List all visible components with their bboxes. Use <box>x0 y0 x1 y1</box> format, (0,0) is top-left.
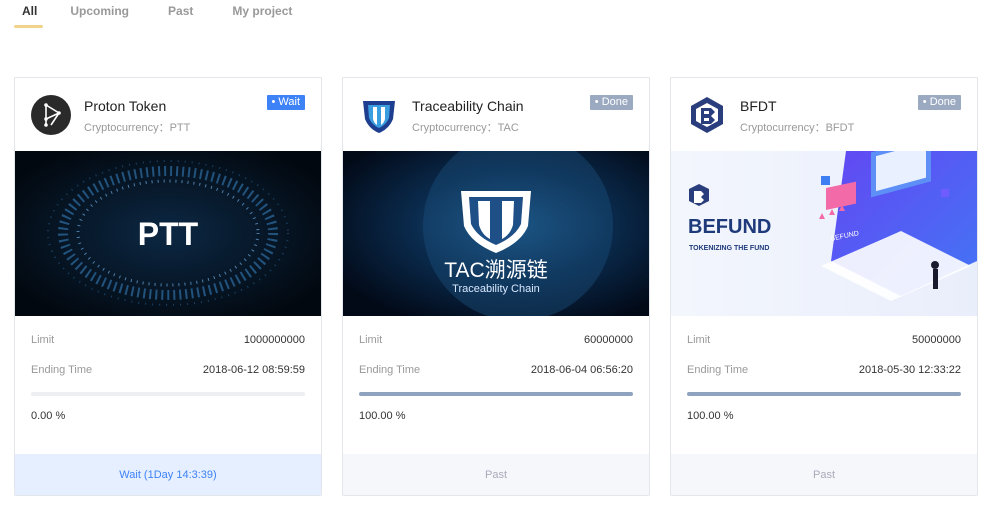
progress-bar <box>31 392 305 396</box>
project-card-traceability-chain[interactable]: Traceability Chain Cryptocurrency：TAC • … <box>342 77 650 496</box>
limit-value: 1000000000 <box>243 334 305 346</box>
card-footer-past-button[interactable]: Past <box>343 454 649 495</box>
project-category: Cryptocurrency：PTT <box>84 122 191 134</box>
project-category: Cryptocurrency：TAC <box>412 122 519 134</box>
tab-my-project[interactable]: My project <box>232 0 292 30</box>
project-name: BFDT <box>740 98 777 114</box>
limit-value: 50000000 <box>912 334 961 346</box>
traceability-chain-logo-icon <box>363 101 395 133</box>
banner-title: TAC溯源链 <box>444 259 547 282</box>
card-header: Proton Token Cryptocurrency：PTT • Wait <box>15 78 321 151</box>
project-name: Traceability Chain <box>412 98 524 114</box>
progress-percent: 100.00 % <box>687 410 734 422</box>
proton-token-logo-icon <box>31 95 71 135</box>
limit-label: Limit <box>359 334 383 346</box>
ending-time-row: Ending Time 2018-06-12 08:59:59 <box>31 364 305 376</box>
project-card-bfdt[interactable]: BFDT Cryptocurrency：BFDT • Done BEFUND B… <box>670 77 978 496</box>
progress-bar-fill <box>359 392 633 396</box>
card-header: BFDT Cryptocurrency：BFDT • Done <box>671 78 977 151</box>
ending-time-value: 2018-05-30 12:33:22 <box>858 364 961 376</box>
banner-title: BEFUND <box>688 216 771 238</box>
progress-percent: 0.00 % <box>31 410 66 422</box>
progress-percent: 100.00 % <box>359 410 406 422</box>
ending-time-value: 2018-06-04 06:56:20 <box>530 364 633 376</box>
ending-time-row: Ending Time 2018-05-30 12:33:22 <box>687 364 961 376</box>
limit-row: Limit 1000000000 <box>31 334 305 346</box>
ending-time-value: 2018-06-12 08:59:59 <box>202 364 305 376</box>
project-card-proton-token[interactable]: Proton Token Cryptocurrency：PTT • Wait P… <box>14 77 322 496</box>
project-name: Proton Token <box>84 98 167 114</box>
filter-tabs: All Upcoming Past My project <box>14 0 331 30</box>
limit-label: Limit <box>31 334 55 346</box>
project-banner: BEFUND BEFUND TOKENIZING THE FUND <box>671 151 977 316</box>
ending-time-row: Ending Time 2018-06-04 06:56:20 <box>359 364 633 376</box>
status-badge: • Done <box>917 95 961 110</box>
progress-bar <box>687 392 961 396</box>
card-footer-wait-button[interactable]: Wait (1Day 14:3:39) <box>15 454 321 495</box>
ending-time-label: Ending Time <box>359 364 421 376</box>
card-footer-past-button[interactable]: Past <box>671 454 977 495</box>
card-header: Traceability Chain Cryptocurrency：TAC • … <box>343 78 649 151</box>
progress-bar-fill <box>687 392 961 396</box>
banner-subtitle: TOKENIZING THE FUND <box>689 245 769 252</box>
tab-past[interactable]: Past <box>168 0 193 30</box>
limit-row: Limit 60000000 <box>359 334 633 346</box>
project-banner: PTT <box>15 151 321 316</box>
limit-value: 60000000 <box>584 334 633 346</box>
status-badge: • Done <box>589 95 633 110</box>
tab-all[interactable]: All <box>14 0 44 30</box>
project-banner: TAC溯源链 Traceability Chain <box>343 151 649 316</box>
limit-label: Limit <box>687 334 711 346</box>
ending-time-label: Ending Time <box>687 364 749 376</box>
progress-bar <box>359 392 633 396</box>
tab-upcoming[interactable]: Upcoming <box>70 0 129 30</box>
status-badge: • Wait <box>266 95 305 110</box>
limit-row: Limit 50000000 <box>687 334 961 346</box>
ending-time-label: Ending Time <box>31 364 93 376</box>
bfdt-logo-icon <box>691 97 723 133</box>
banner-text: PTT <box>138 216 199 252</box>
project-category: Cryptocurrency：BFDT <box>740 122 855 134</box>
banner-subtitle: Traceability Chain <box>452 283 540 295</box>
